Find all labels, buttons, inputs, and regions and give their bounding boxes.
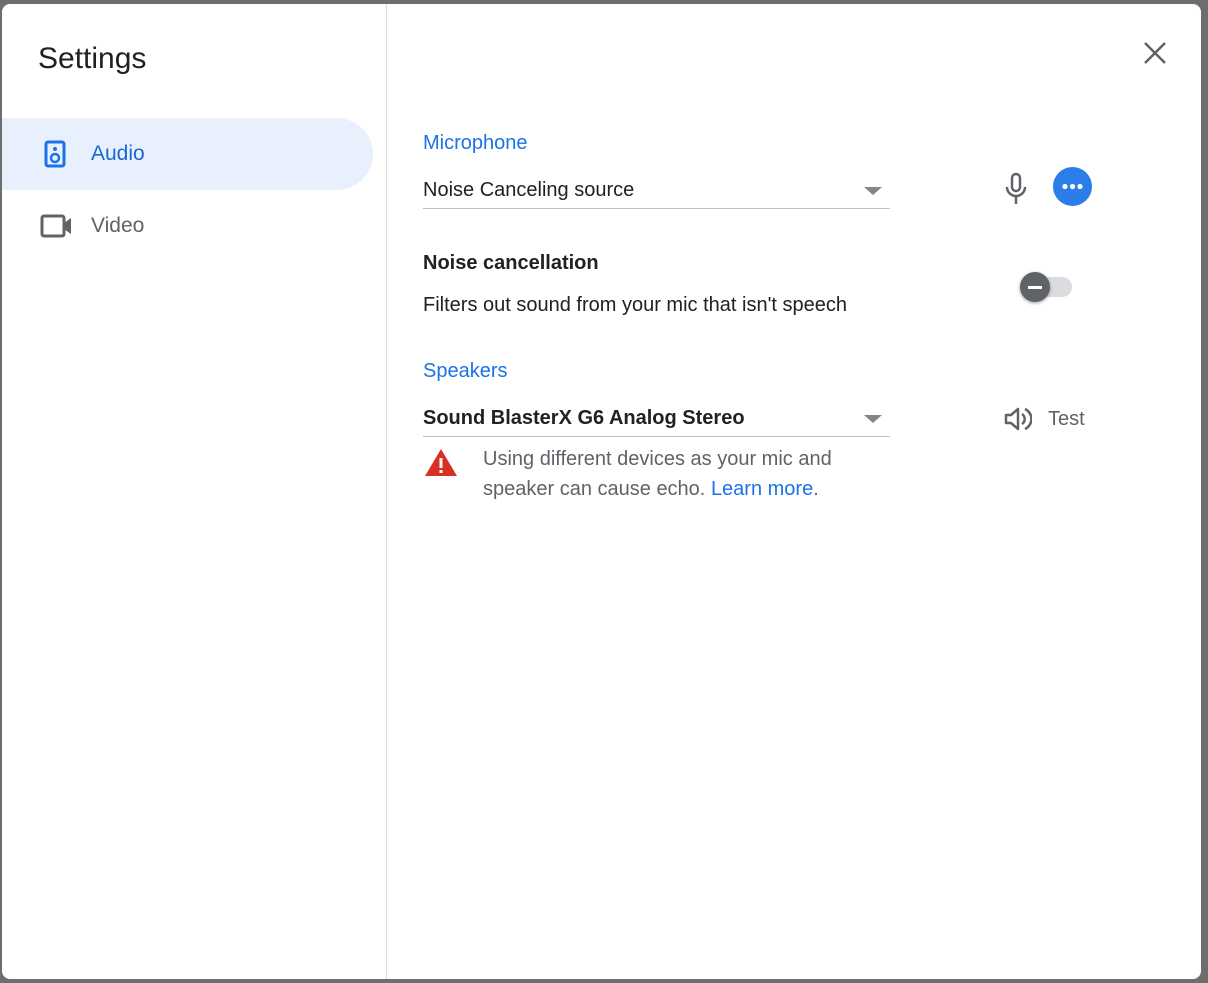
- speakers-label: Speakers: [423, 360, 508, 382]
- test-speakers-button[interactable]: Test: [1002, 402, 1085, 436]
- microphone-label: Microphone: [423, 132, 528, 154]
- microphone-select[interactable]: Noise Canceling source: [423, 169, 890, 209]
- more-horiz-icon: [1062, 183, 1083, 190]
- microphone-icon[interactable]: [1004, 172, 1028, 206]
- warning-icon: [425, 449, 457, 476]
- toggle-thumb: [1020, 272, 1050, 302]
- speaker-icon: [44, 140, 66, 168]
- test-label: Test: [1048, 407, 1085, 430]
- microphone-selected-value: Noise Canceling source: [423, 179, 635, 201]
- warning-line: Using different devices as your mic and: [483, 448, 832, 470]
- speakers-select[interactable]: Sound BlasterX G6 Analog Stereo: [423, 397, 890, 437]
- learn-more-link[interactable]: Learn more.: [711, 478, 819, 500]
- more-options-button[interactable]: [1053, 167, 1092, 206]
- noise-cancellation-title: Noise cancellation: [423, 252, 599, 274]
- sidebar: Settings Audio Video: [2, 4, 387, 979]
- sidebar-item-video[interactable]: Video: [2, 190, 373, 262]
- videocam-icon: [40, 214, 71, 238]
- sidebar-item-label: Video: [91, 214, 145, 237]
- warning-line: speaker can cause echo.: [483, 478, 706, 500]
- volume-icon: [1004, 407, 1032, 431]
- noise-cancellation-description: Filters out sound from your mic that isn…: [423, 294, 847, 316]
- chevron-down-icon: [864, 187, 882, 195]
- echo-warning: Using different devices as your mic and …: [483, 444, 832, 504]
- speakers-selected-value: Sound BlasterX G6 Analog Stereo: [423, 407, 745, 429]
- sidebar-item-audio[interactable]: Audio: [2, 118, 373, 190]
- noise-cancellation-toggle[interactable]: [1020, 272, 1074, 302]
- close-icon[interactable]: [1140, 38, 1170, 68]
- page-title: Settings: [38, 42, 147, 75]
- chevron-down-icon: [864, 415, 882, 423]
- sidebar-item-label: Audio: [91, 142, 145, 165]
- settings-dialog: Settings Audio Video Microphone Noise Ca…: [2, 4, 1201, 979]
